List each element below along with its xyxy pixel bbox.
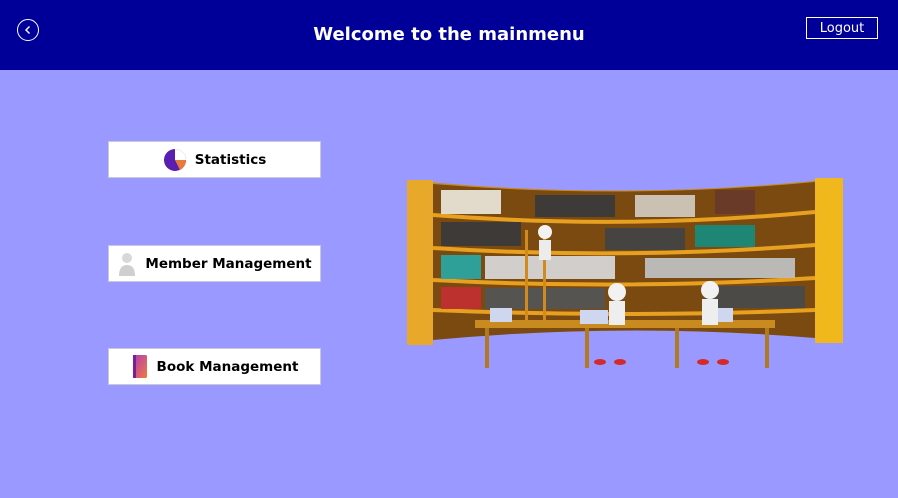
pie-chart-icon	[163, 147, 187, 173]
header-bar: Welcome to the mainmenu Logout	[0, 0, 898, 70]
book-icon	[131, 354, 149, 380]
statistics-button[interactable]: Statistics	[108, 141, 321, 178]
library-illustration	[407, 178, 843, 368]
page-title: Welcome to the mainmenu	[313, 24, 585, 45]
member-management-button[interactable]: Member Management	[108, 245, 321, 282]
book-management-button[interactable]: Book Management	[108, 348, 321, 385]
logout-button[interactable]: Logout	[806, 17, 878, 39]
book-management-label: Book Management	[156, 358, 299, 375]
person-icon	[117, 251, 137, 277]
statistics-label: Statistics	[194, 151, 267, 168]
member-management-label: Member Management	[145, 255, 312, 272]
